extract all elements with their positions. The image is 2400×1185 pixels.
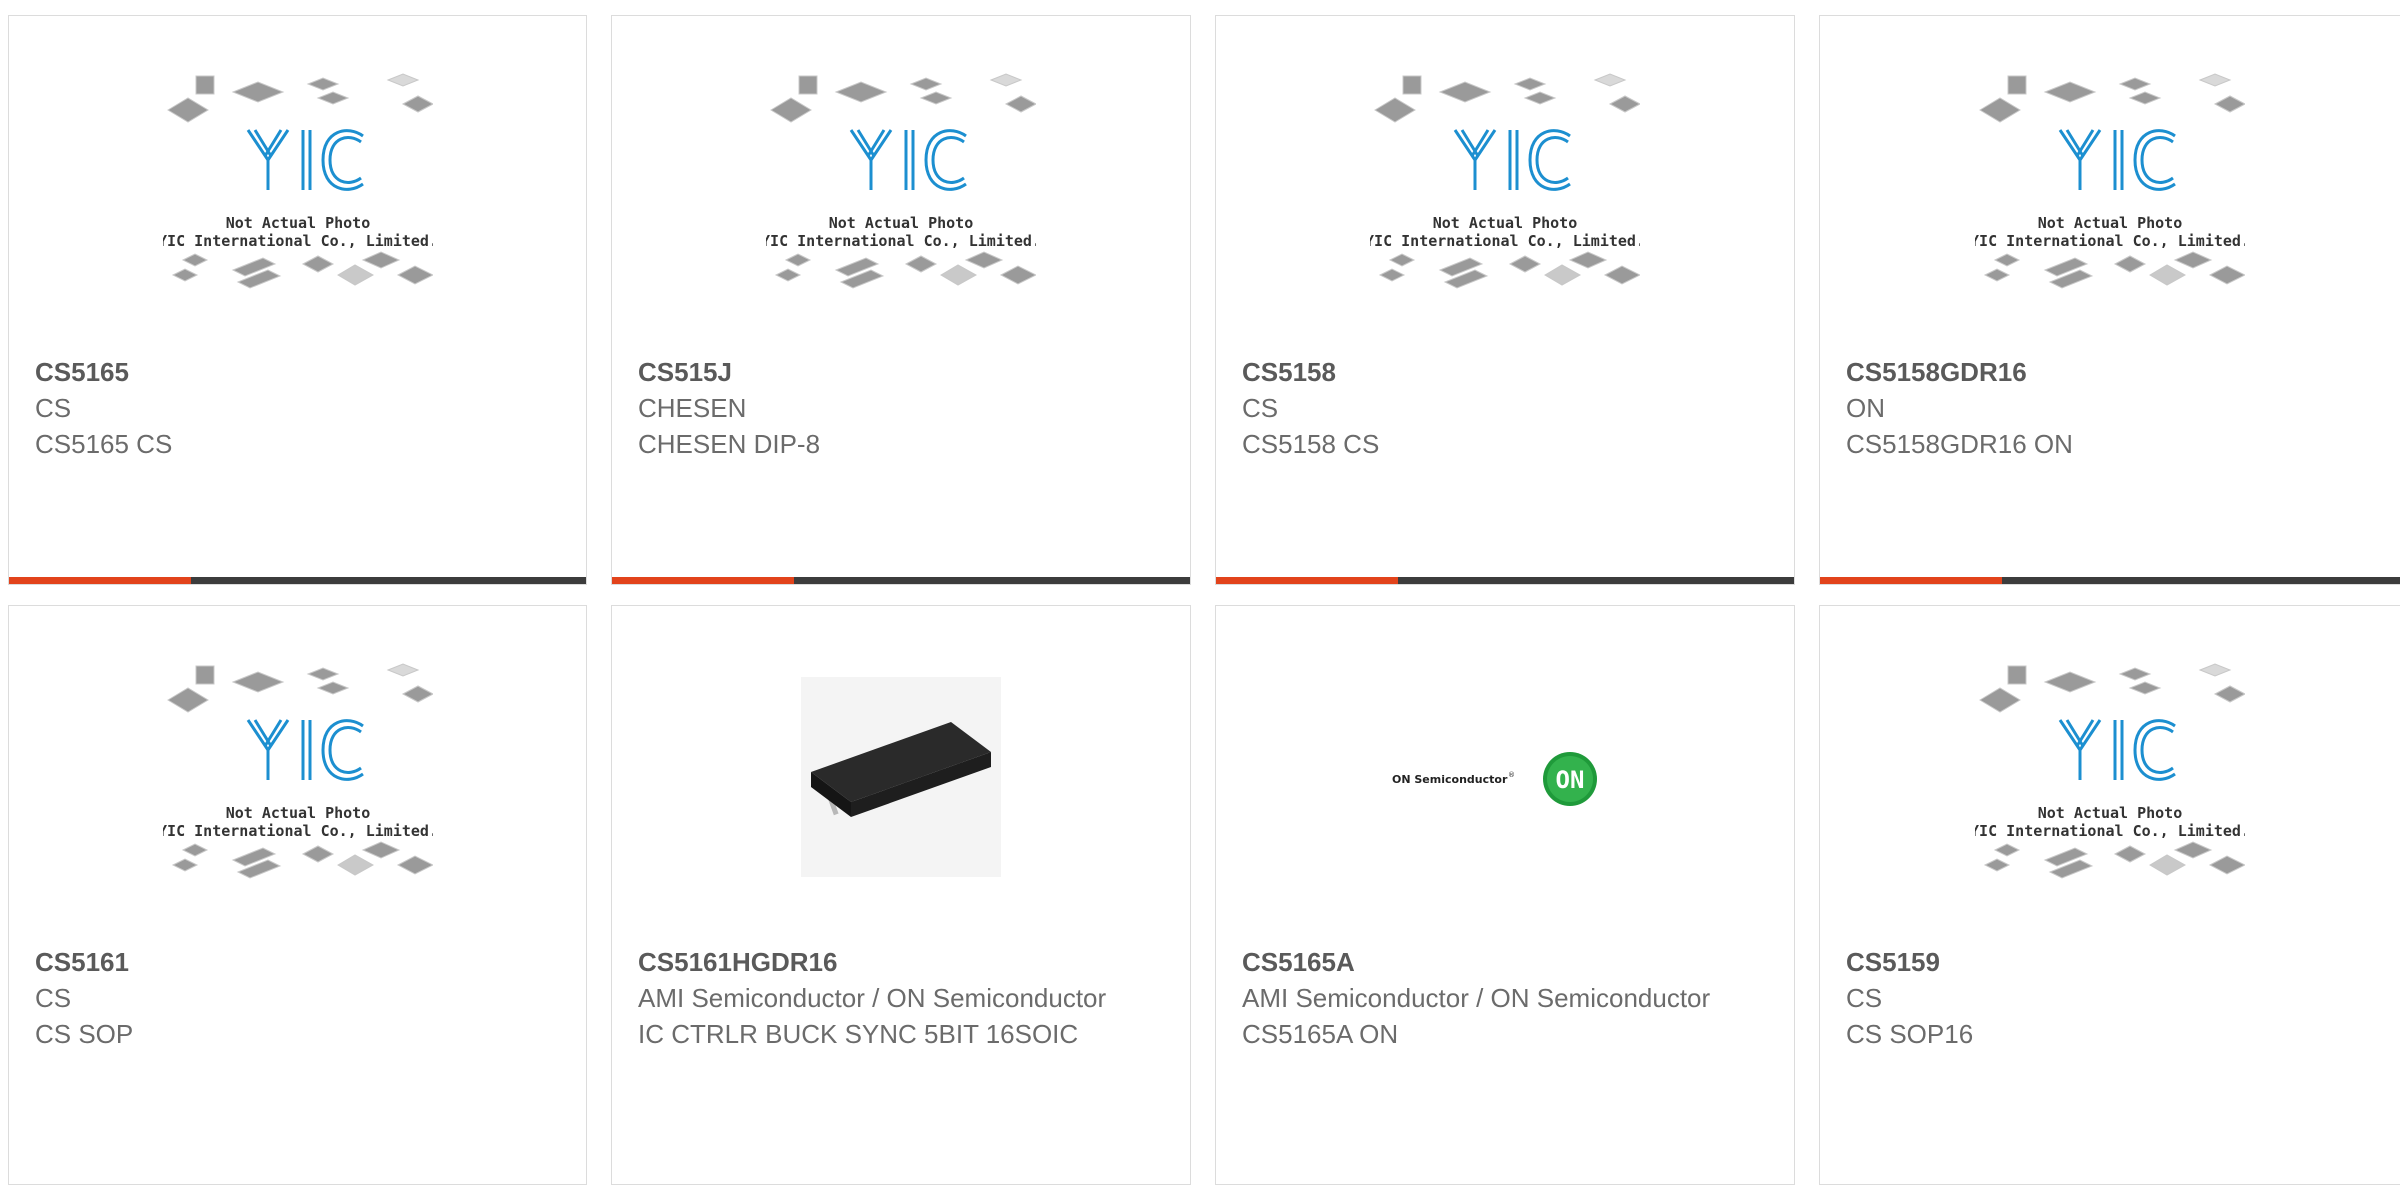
product-card[interactable]: CS5161HGDR16 AMI Semiconductor / ON Semi… — [611, 605, 1191, 1185]
placeholder-caption2: YIC International Co., Limited. — [163, 822, 433, 840]
product-card[interactable]: Not Actual Photo YIC International Co., … — [1819, 15, 2400, 585]
part-number[interactable]: CS5161HGDR16 — [638, 944, 1164, 980]
part-number[interactable]: CS5165 — [35, 354, 560, 390]
manufacturer: ON — [1846, 393, 1885, 423]
placeholder-caption2: YIC International Co., Limited. — [1975, 822, 2245, 840]
on-semiconductor-wordmark: ON Semiconductor — [1392, 773, 1508, 786]
manufacturer: CS — [1846, 983, 1883, 1013]
placeholder-caption2: YIC International Co., Limited. — [1370, 232, 1640, 250]
placeholder-image: Not Actual Photo YIC International Co., … — [1820, 606, 2399, 948]
part-number[interactable]: CS5158GDR16 — [1846, 354, 2383, 390]
placeholder-image: Not Actual Photo YIC International Co., … — [1216, 16, 1794, 358]
product-card[interactable]: Not Actual Photo YIC International Co., … — [1215, 15, 1795, 585]
manufacturer: CHESEN — [638, 393, 747, 423]
placeholder-caption2: YIC International Co., Limited. — [163, 232, 433, 250]
placeholder-image: Not Actual Photo YIC International Co., … — [612, 16, 1190, 358]
placeholder-caption1: Not Actual Photo — [2037, 214, 2182, 232]
svg-text:®: ® — [1508, 771, 1515, 779]
product-card[interactable]: Not Actual Photo YIC International Co., … — [8, 605, 587, 1185]
description: CS5165 CS — [35, 429, 173, 459]
card-bottom-bar — [612, 577, 1190, 584]
placeholder-caption1: Not Actual Photo — [829, 214, 974, 232]
description: CS SOP16 — [1846, 1019, 1974, 1049]
part-number[interactable]: CS5159 — [1846, 944, 2383, 980]
part-number[interactable]: CS5165A — [1242, 944, 1768, 980]
placeholder-caption1: Not Actual Photo — [2037, 804, 2182, 822]
part-number[interactable]: CS515J — [638, 354, 1164, 390]
product-card[interactable]: Not Actual Photo YIC International Co., … — [8, 15, 587, 585]
part-number[interactable]: CS5161 — [35, 944, 560, 980]
card-bottom-bar — [9, 577, 586, 584]
product-card[interactable]: Not Actual Photo YIC International Co., … — [1819, 605, 2400, 1185]
placeholder-caption1: Not Actual Photo — [225, 804, 370, 822]
manufacturer: CS — [35, 983, 72, 1013]
manufacturer: CS — [35, 393, 72, 423]
card-bottom-bar — [1820, 577, 2400, 584]
description: CS5158GDR16 ON — [1846, 429, 2073, 459]
description: CS SOP — [35, 1019, 134, 1049]
on-badge-text: ON — [1556, 766, 1585, 794]
placeholder-caption1: Not Actual Photo — [1433, 214, 1578, 232]
placeholder-caption2: YIC International Co., Limited. — [766, 232, 1036, 250]
placeholder-image: Not Actual Photo YIC International Co., … — [9, 606, 586, 948]
placeholder-image: Not Actual Photo YIC International Co., … — [9, 16, 586, 358]
card-bottom-bar — [1216, 577, 1794, 584]
product-card[interactable]: Not Actual Photo YIC International Co., … — [611, 15, 1191, 585]
product-card[interactable]: ON Semiconductor ® ON CS5165A AMI Semico… — [1215, 605, 1795, 1185]
placeholder-caption1: Not Actual Photo — [225, 214, 370, 232]
placeholder-caption2: YIC International Co., Limited. — [1975, 232, 2245, 250]
manufacturer: CS — [1242, 393, 1279, 423]
product-photo — [612, 606, 1190, 948]
description: CS5165A ON — [1242, 1019, 1399, 1049]
description: CHESEN DIP-8 — [638, 429, 821, 459]
manufacturer-logo: ON Semiconductor ® ON — [1216, 606, 1794, 948]
description: IC CTRLR BUCK SYNC 5BIT 16SOIC — [638, 1019, 1079, 1049]
manufacturer: AMI Semiconductor / ON Semiconductor — [638, 983, 1107, 1013]
part-number[interactable]: CS5158 — [1242, 354, 1768, 390]
description: CS5158 CS — [1242, 429, 1380, 459]
manufacturer: AMI Semiconductor / ON Semiconductor — [1242, 983, 1711, 1013]
placeholder-image: Not Actual Photo YIC International Co., … — [1820, 16, 2399, 358]
product-grid: Not Actual Photo YIC International Co., … — [0, 0, 2400, 1185]
